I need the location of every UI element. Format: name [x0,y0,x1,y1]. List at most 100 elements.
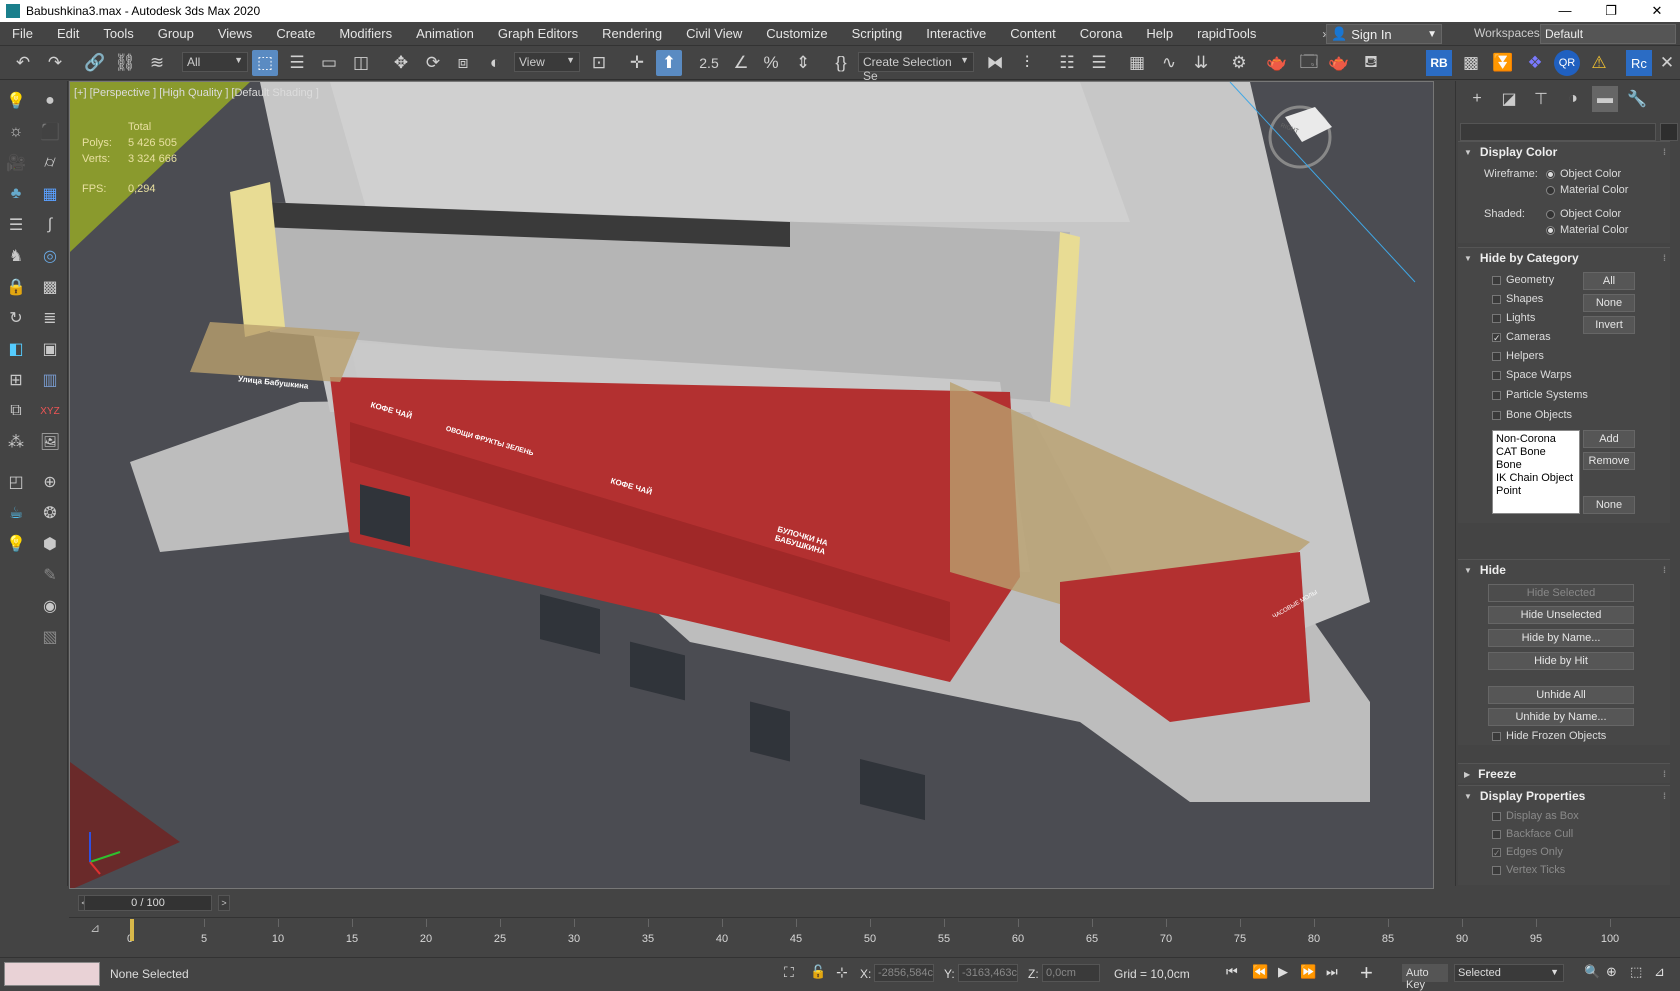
shaded-object-color-radio[interactable] [1546,210,1555,219]
mirror-icon[interactable]: ⧓ [982,50,1008,76]
named-selection-dropdown[interactable]: Create Selection Se ▼ [858,52,974,83]
plugin-diamond-icon[interactable]: ❖ [1522,50,1548,76]
sphere-icon[interactable]: ● [37,88,63,114]
zoom-extents-icon[interactable]: ⬚ [1630,964,1642,980]
spinner-snap-icon[interactable]: ⇕ [790,50,816,76]
menu-views[interactable]: Views [206,26,264,41]
rotate-icon[interactable]: ⟳ [420,50,446,76]
rxyz-icon[interactable]: XYZ [37,398,63,424]
set-key-icon[interactable]: + [1360,960,1373,986]
render-setup-icon[interactable]: 🫖 [1264,50,1290,76]
qr-plugin-icon[interactable]: QR [1554,50,1580,76]
foliage-icon[interactable]: ♣ [3,181,29,207]
menu-file[interactable]: File [0,26,45,41]
helpers-checkbox[interactable] [1492,352,1501,361]
hide-none-button[interactable]: None [1583,294,1635,312]
display-color-header[interactable]: ▼ Display Color ⁞ [1458,142,1670,162]
display-properties-header[interactable]: ▼ Display Properties ⁞ [1458,786,1670,806]
light-bulb-icon[interactable]: 💡 [3,88,29,114]
y-coordinate-field[interactable]: -3163,463c [958,964,1018,982]
list-item[interactable]: Bone [1496,459,1576,472]
edges-only-checkbox[interactable]: ✓ [1492,848,1501,858]
display-as-box-checkbox[interactable] [1492,812,1501,821]
spline-icon[interactable]: ∫ [37,212,63,238]
utilities-tab-icon[interactable]: 🔧 [1624,86,1650,112]
maximize-button[interactable]: ❐ [1588,3,1634,19]
freeze-header[interactable]: ▶ Freeze ⁞ [1458,764,1670,784]
pencil-icon[interactable]: ✎ [37,562,63,588]
green-chevrons-icon[interactable]: ⏬ [1490,50,1516,76]
menu-rendering[interactable]: Rendering [590,26,674,41]
select-object-icon[interactable]: ⬚ [252,50,278,76]
wireframe-object-color-radio[interactable] [1546,170,1555,179]
selection-set-dropdown[interactable]: Selected ▼ [1454,964,1564,982]
list-icon[interactable]: ☰ [3,212,29,238]
cylinder-icon[interactable]: ⌭ [37,150,63,176]
next-key-icon[interactable]: ⏩ [1300,964,1316,980]
menu-tools[interactable]: Tools [91,26,145,41]
menu-edit[interactable]: Edit [45,26,91,41]
character-icon[interactable]: ♞ [3,243,29,269]
particle-systems-checkbox[interactable] [1492,391,1501,400]
minimize-button[interactable]: — [1542,3,1588,19]
sign-in-dropdown[interactable]: 👤 Sign In ▼ [1326,24,1442,44]
menu-graph-editors[interactable]: Graph Editors [486,26,590,41]
zoom-all-icon[interactable]: ⊕ [1606,964,1617,980]
go-to-end-icon[interactable]: ⏭ [1326,964,1338,980]
transform-icon[interactable]: ⊞ [3,367,29,393]
target-icon[interactable]: ◎ [37,243,63,269]
space-warps-checkbox[interactable] [1492,371,1501,380]
menu-group[interactable]: Group [146,26,206,41]
rc-plugin-icon[interactable]: Rc [1626,50,1652,76]
remove-category-button[interactable]: Remove [1583,452,1635,470]
cameras-checkbox[interactable]: ✓ [1492,333,1501,343]
schematic-view-icon[interactable]: ⇊ [1188,50,1214,76]
list-item[interactable]: CAT Bone [1496,446,1576,459]
backface-cull-checkbox[interactable] [1492,830,1501,839]
shaded-material-color-radio[interactable] [1546,226,1555,235]
list-none-button[interactable]: None [1583,496,1635,514]
rotate-tool-icon[interactable]: ↻ [3,305,29,331]
box-icon[interactable]: ⬛ [37,119,63,145]
select-by-name-icon[interactable]: ☰ [284,50,310,76]
move-icon[interactable]: ✥ [388,50,414,76]
align-icon[interactable]: ⫶ [1014,50,1040,76]
play-icon[interactable]: ▶ [1278,964,1288,980]
menu-content[interactable]: Content [998,26,1068,41]
idea-icon[interactable]: 💡 [3,531,29,557]
checker-c-icon[interactable]: ▣ [37,336,63,362]
angle-snap-icon[interactable]: ∠ [728,50,754,76]
menu-scripting[interactable]: Scripting [840,26,915,41]
workspaces-select[interactable]: Default [1540,24,1676,44]
menu-create[interactable]: Create [264,26,327,41]
zoom-icon[interactable]: 🔍 [1584,964,1600,980]
menu-customize[interactable]: Customize [754,26,839,41]
dark-sphere-icon[interactable]: ◉ [37,593,63,619]
menu-civil-view[interactable]: Civil View [674,26,754,41]
list-item[interactable]: IK Chain Object [1496,472,1576,485]
unhide-all-button[interactable]: Unhide All [1488,686,1634,704]
hide-frozen-checkbox[interactable] [1492,732,1501,741]
isolate-selection-icon[interactable]: ⛶ [784,964,794,981]
hide-by-hit-button[interactable]: Hide by Hit [1488,652,1634,670]
field-of-view-icon[interactable]: ⊿ [1654,964,1665,980]
bone-objects-checkbox[interactable] [1492,411,1501,420]
menu-help[interactable]: Help [1134,26,1185,41]
curve-editor-icon[interactable]: ∿ [1156,50,1182,76]
rectangular-selection-icon[interactable]: ▭ [316,50,342,76]
undo-icon[interactable]: ↶ [10,50,36,76]
create-tab-icon[interactable]: + [1464,86,1490,112]
sun-icon[interactable]: ☼ [3,119,29,145]
gear-ball-icon[interactable]: ❂ [37,500,63,526]
camera-icon[interactable]: 🎥 [3,150,29,176]
z-coordinate-field[interactable]: 0,0cm [1042,964,1100,982]
current-frame-marker[interactable] [130,919,134,941]
hide-by-name-button[interactable]: Hide by Name... [1488,629,1634,647]
redo-icon[interactable]: ↷ [42,50,68,76]
unlink-icon[interactable]: ⛓ [112,50,138,76]
absolute-mode-icon[interactable]: ⊹ [836,964,848,981]
add-category-button[interactable]: Add [1583,430,1635,448]
material-icon[interactable]: ◧ [3,336,29,362]
teapot-icon[interactable]: ☕ [3,500,29,526]
noise-icon[interactable]: ▥ [37,367,63,393]
